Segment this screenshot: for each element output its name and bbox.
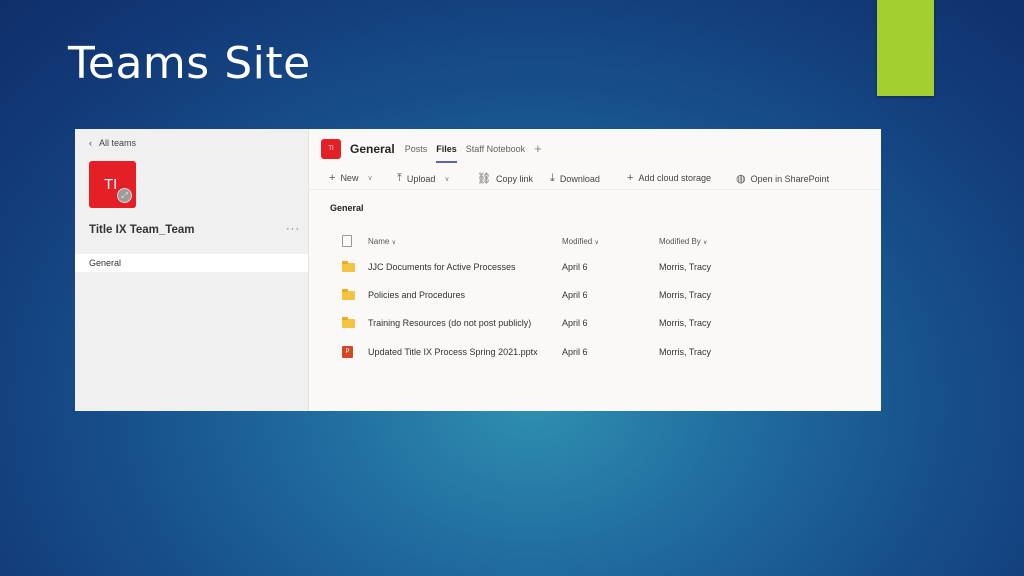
- file-type-icon: [342, 235, 352, 247]
- column-header-modified-by-label: Modified By: [659, 237, 701, 246]
- plus-icon: +: [627, 172, 634, 184]
- table-row[interactable]: JJC Documents for Active Processes April…: [309, 261, 881, 290]
- file-name[interactable]: Updated Title IX Process Spring 2021.ppt…: [368, 347, 538, 357]
- file-modified: April 6: [562, 347, 588, 357]
- file-name[interactable]: Training Resources (do not post publicly…: [368, 318, 531, 328]
- upload-button[interactable]: ⤒ Upload ∨: [397, 172, 450, 185]
- channel-title: General: [350, 142, 395, 156]
- all-teams-link[interactable]: ‹ All teams: [89, 138, 136, 148]
- channel-header: TI General Posts Files Staff Notebook +: [321, 135, 542, 163]
- column-header-modified[interactable]: Modified ∨: [562, 237, 599, 246]
- tab-files[interactable]: Files: [436, 135, 457, 163]
- file-name[interactable]: Policies and Procedures: [368, 290, 465, 300]
- sidebar-item-general[interactable]: General: [75, 254, 308, 272]
- teams-screenshot: ‹ All teams TI ⤢ Title IX Team_Team ··· …: [75, 129, 881, 411]
- file-modified: April 6: [562, 290, 588, 300]
- table-row[interactable]: P Updated Title IX Process Spring 2021.p…: [309, 346, 881, 375]
- team-avatar[interactable]: TI ⤢: [89, 161, 136, 208]
- all-teams-label: All teams: [99, 138, 137, 148]
- open-in-sharepoint-button[interactable]: ◍ Open in SharePoint: [736, 172, 829, 185]
- chevron-down-icon: ∨: [367, 175, 373, 182]
- files-toolbar: + New ∨ ⤒ Upload ∨ ⛓ Copy link ⤓ Downloa…: [309, 165, 881, 190]
- copy-link-label: Copy link: [495, 173, 533, 184]
- copy-link-button[interactable]: ⛓ Copy link: [477, 172, 533, 185]
- accent-bar: [877, 0, 934, 96]
- powerpoint-file-icon: P: [342, 346, 353, 358]
- new-label: New: [340, 173, 359, 183]
- slide-title: Teams Site: [68, 38, 311, 89]
- new-button[interactable]: + New ∨: [329, 172, 373, 184]
- add-cloud-label: Add cloud storage: [638, 173, 711, 183]
- chevron-down-icon: ∨: [391, 240, 396, 246]
- tab-posts[interactable]: Posts: [405, 135, 428, 163]
- column-header-modified-label: Modified: [562, 237, 593, 246]
- sidebar: ‹ All teams TI ⤢ Title IX Team_Team ··· …: [75, 129, 309, 411]
- file-modified-by: Morris, Tracy: [659, 290, 712, 300]
- file-modified: April 6: [562, 318, 588, 328]
- team-avatar-initials: TI: [104, 176, 118, 193]
- table-row[interactable]: Training Resources (do not post publicly…: [309, 317, 881, 346]
- plus-icon: +: [329, 172, 336, 184]
- column-header-modified-by[interactable]: Modified By ∨: [659, 237, 707, 246]
- upload-icon: ⤒: [397, 172, 402, 184]
- more-options-icon[interactable]: ···: [286, 223, 300, 235]
- download-button[interactable]: ⤓ Download: [550, 172, 600, 185]
- file-modified-by: Morris, Tracy: [659, 318, 712, 328]
- folder-icon: [342, 289, 355, 300]
- main-pane: TI General Posts Files Staff Notebook + …: [309, 129, 881, 411]
- team-name: Title IX Team_Team: [89, 224, 195, 236]
- breadcrumb: General: [330, 203, 364, 213]
- folder-icon: [342, 261, 355, 272]
- link-icon: ⛓: [477, 173, 491, 185]
- download-label: Download: [559, 173, 600, 184]
- link-icon: ⤢: [117, 188, 132, 203]
- column-header-name-label: Name: [368, 237, 390, 246]
- add-cloud-storage-button[interactable]: + Add cloud storage: [627, 172, 711, 184]
- folder-icon: [342, 317, 355, 328]
- chevron-down-icon: ∨: [444, 175, 450, 183]
- sharepoint-icon: ◍: [736, 173, 746, 185]
- file-modified: April 6: [562, 262, 588, 272]
- channel-avatar: TI: [321, 139, 341, 159]
- tab-staff-notebook[interactable]: Staff Notebook: [466, 135, 525, 163]
- file-name[interactable]: JJC Documents for Active Processes: [368, 262, 516, 272]
- column-header-name[interactable]: Name ∨: [368, 237, 396, 246]
- file-modified-by: Morris, Tracy: [659, 262, 712, 272]
- file-modified-by: Morris, Tracy: [659, 347, 712, 357]
- table-row[interactable]: Policies and Procedures April 6 Morris, …: [309, 289, 881, 318]
- chevron-left-icon: ‹: [89, 138, 92, 148]
- open-sharepoint-label: Open in SharePoint: [750, 173, 830, 184]
- upload-label: Upload: [406, 173, 436, 184]
- download-icon: ⤓: [550, 172, 555, 184]
- chevron-down-icon: ∨: [703, 240, 708, 246]
- add-tab-icon[interactable]: +: [534, 135, 542, 163]
- chevron-down-icon: ∨: [594, 240, 599, 246]
